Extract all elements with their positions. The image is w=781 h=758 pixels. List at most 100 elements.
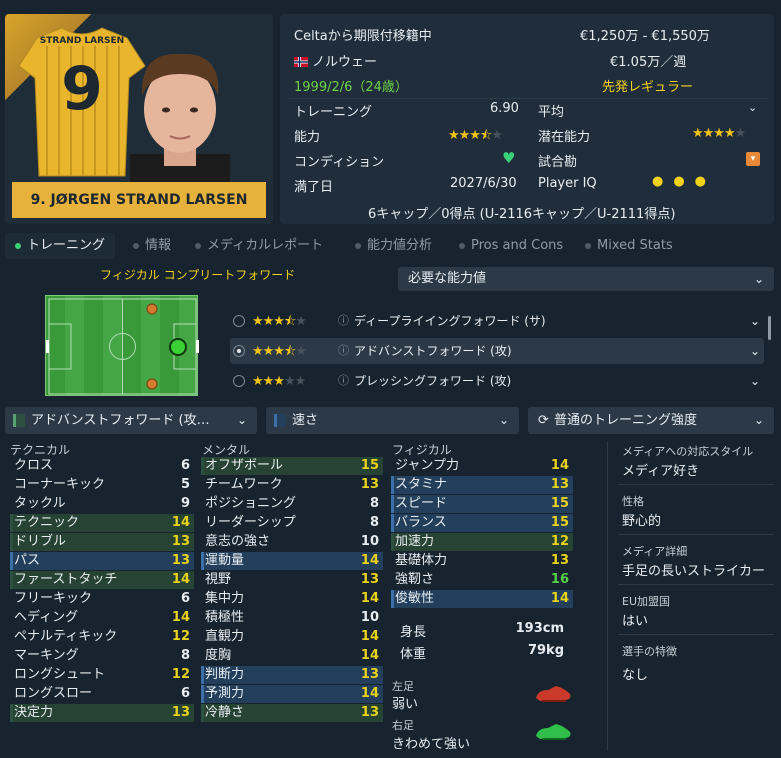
attribute-row: 予測力 14 (201, 685, 383, 703)
attribute-value: 16 (550, 572, 569, 587)
tab-mixed-stats[interactable]: Mixed Stats (585, 233, 673, 259)
role-name: アドバンストフォワード (攻) (354, 344, 512, 358)
attribute-row: 度胸 14 (201, 647, 383, 665)
attribute-value: 13 (360, 705, 379, 720)
personality-value: 野心的 (622, 514, 662, 529)
weight-value: 79kg (527, 643, 564, 658)
attribute-label: スピード (395, 496, 448, 511)
attribute-row: ヘディング 14 (10, 609, 194, 627)
personality-label: 性格 (622, 495, 644, 508)
side-divider (607, 441, 608, 751)
attribute-value: 8 (369, 515, 379, 530)
attribute-label: バランス (395, 515, 447, 530)
chevron-down-icon[interactable]: ⌄ (750, 308, 760, 334)
role-option[interactable]: ★★★⯪★ ⓘ ディープライイングフォワード (サ) ⌄ (230, 308, 764, 334)
attribute-label: 意志の強さ (205, 534, 271, 549)
attribute-row: ペナルティキック 12 (10, 628, 194, 646)
attribute-row: ファーストタッチ 14 (10, 571, 194, 589)
attribute-row: 直観力 14 (201, 628, 383, 646)
attribute-row: 積極性 10 (201, 609, 383, 627)
chevron-down-icon[interactable]: ⌄ (748, 101, 757, 114)
attribute-label: 視野 (205, 572, 232, 587)
player-face-image (130, 53, 230, 194)
radio-button[interactable] (233, 375, 245, 387)
tab-attribute-analysis[interactable]: 能力値分析 (355, 233, 432, 259)
chevron-down-icon[interactable]: ⌄ (750, 368, 760, 394)
attribute-row: マーキング 8 (10, 647, 194, 665)
role-option[interactable]: ★★★★★ ⓘ プレッシングフォワード (攻) ⌄ (230, 368, 764, 394)
player-traits-label: 選手の特徴 (622, 645, 677, 658)
attribute-value: 14 (171, 572, 190, 587)
attribute-label: 集中力 (205, 591, 245, 606)
attribute-label: マーキング (14, 648, 79, 663)
info-icon[interactable]: ⓘ (338, 308, 349, 334)
info-icon[interactable]: ⓘ (338, 338, 349, 364)
attribute-value: 6 (180, 591, 190, 606)
attribute-value: 13 (360, 667, 379, 682)
potential-label: 潜在能力 (538, 130, 591, 145)
international-caps: 6キャップ／0得点 (U-2116キャップ／U-2111得点) (368, 207, 676, 222)
chevron-down-icon: ⌄ (498, 413, 509, 427)
eu-national-label: EU加盟国 (622, 595, 671, 608)
required-attributes-dropdown[interactable]: 必要な能力値 ⌄ (398, 267, 774, 291)
scrollbar[interactable] (768, 316, 771, 340)
attribute-label: リーダーシップ (205, 515, 296, 530)
attribute-value: 13 (171, 705, 190, 720)
attribute-value: 9 (180, 496, 190, 511)
attribute-value: 14 (360, 686, 379, 701)
attribute-value: 13 (171, 534, 190, 549)
training-focus-dropdown[interactable]: 速さ ⌄ (266, 407, 519, 434)
attribute-value: 13 (360, 477, 379, 492)
tab-pros-and-cons[interactable]: Pros and Cons (459, 233, 563, 259)
media-style-value: メディア好き (622, 464, 700, 479)
squad-status: 先発レギュラー (602, 80, 694, 95)
attribute-row: フリーキック 6 (10, 590, 194, 608)
attribute-value: 10 (360, 610, 379, 625)
expiry-value: 2027/6/30 (450, 176, 517, 191)
role-swatch-icon (13, 414, 25, 427)
divider (618, 584, 774, 585)
tab-info[interactable]: 情報 (133, 233, 171, 259)
attribute-row: 視野 13 (201, 571, 383, 589)
attribute-label: 決定力 (14, 705, 54, 720)
training-role-dropdown[interactable]: アドバンストフォワード (攻… ⌄ (5, 407, 257, 434)
media-description-value: 手足の長いストライカー (622, 564, 766, 579)
attribute-label: コーナーキック (14, 477, 106, 492)
chevron-down-icon[interactable]: ⌄ (750, 338, 760, 364)
height-label: 身長 (400, 625, 427, 640)
attribute-row: パス 13 (10, 552, 194, 570)
tab-training[interactable]: トレーニング (5, 233, 116, 259)
ability-stars: ★★★⯪★ (448, 128, 503, 143)
attribute-value: 12 (171, 667, 190, 682)
radio-button[interactable] (233, 345, 245, 357)
attribute-row: 集中力 14 (201, 590, 383, 608)
attribute-label: パス (14, 553, 41, 568)
attribute-value: 14 (360, 553, 379, 568)
attribute-label: 俊敏性 (395, 591, 435, 606)
attribute-label: クロス (14, 458, 54, 473)
attribute-value: 6 (180, 686, 190, 701)
attribute-label: チームワーク (205, 477, 283, 492)
player-name-plate: 9. JØRGEN STRAND LARSEN (12, 182, 266, 218)
attribute-label: タックル (14, 496, 66, 511)
attribute-value: 14 (550, 458, 569, 473)
attribute-label: スタミナ (395, 477, 448, 492)
attribute-row: 決定力 13 (10, 704, 194, 722)
ability-label: 能力 (294, 130, 321, 145)
pitch-lines (46, 298, 199, 395)
radio-button[interactable] (233, 315, 245, 327)
info-icon[interactable]: ⓘ (338, 368, 349, 394)
attribute-row: オフザボール 15 (201, 457, 383, 475)
height-value: 193cm (515, 621, 564, 636)
attribute-row: スピード 15 (391, 495, 573, 513)
birth-date: 1999/2/6（24歳） (294, 80, 408, 95)
attribute-label: 判断力 (205, 667, 245, 682)
attribute-label: 直観力 (205, 629, 245, 644)
tab-medical-report[interactable]: メディカルレポート (195, 233, 323, 259)
attribute-label: 予測力 (205, 686, 245, 701)
role-option-selected[interactable]: ★★★⯪★ ⓘ アドバンストフォワード (攻) ⌄ (230, 338, 764, 364)
attribute-value: 12 (171, 629, 190, 644)
attribute-value: 14 (360, 629, 379, 644)
training-intensity-dropdown[interactable]: ⟳ 普通のトレーニング強度 ⌄ (528, 407, 774, 434)
chevron-down-icon: ⌄ (236, 413, 247, 427)
